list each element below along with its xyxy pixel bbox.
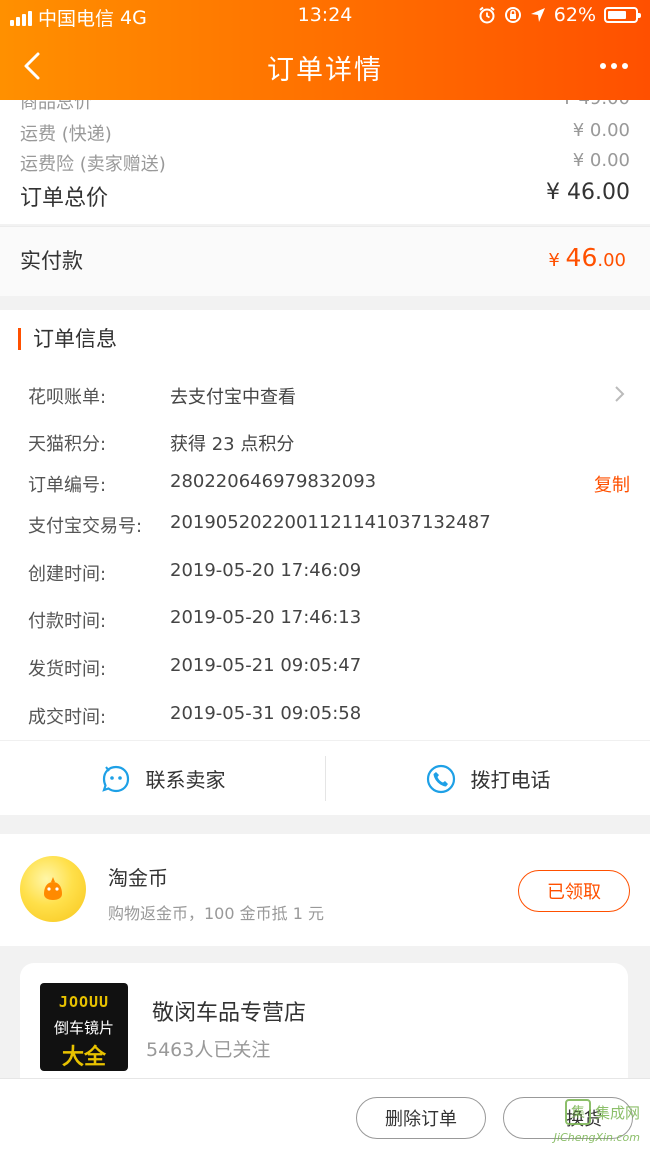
info-value: 2019-05-31 09:05:58 xyxy=(170,703,362,724)
paid-currency: ¥ xyxy=(548,250,560,271)
nav-bar: 订单详情 xyxy=(0,34,650,98)
contact-seller-button[interactable]: 联系卖家 xyxy=(0,741,325,816)
contact-seller-label: 联系卖家 xyxy=(145,768,226,792)
copy-button[interactable]: 复制 xyxy=(594,471,630,497)
points-row: 天猫积分: 获得 23 点积分 xyxy=(28,430,630,456)
rotation-lock-icon xyxy=(504,7,521,23)
paid-decimal: .00 xyxy=(597,250,626,271)
info-label: 天猫积分: xyxy=(28,434,107,455)
info-value: 获得 23 点积分 xyxy=(170,434,295,455)
insurance-row: 运费险 (卖家赠送) ¥ 0.00 xyxy=(20,150,630,176)
info-value: 2019-05-20 17:46:13 xyxy=(170,607,362,628)
chat-icon xyxy=(101,765,129,792)
battery-percent: 62% xyxy=(553,4,596,26)
shipping-label: 运费 (快递) xyxy=(20,124,112,145)
chevron-right-icon xyxy=(615,386,625,402)
shop-logo: JOOUU 倒车镜片 大全 xyxy=(40,983,128,1071)
battery-icon xyxy=(604,7,641,23)
watermark-logo-icon: 集 xyxy=(564,1099,591,1125)
info-label: 成交时间: xyxy=(28,707,107,728)
insurance-label: 运费险 (卖家赠送) xyxy=(20,154,166,175)
more-dots-icon xyxy=(600,63,606,69)
bottom-action-bar: 删除订单 换货 集 集成网 JiChengXin.com xyxy=(0,1078,650,1155)
alarm-icon xyxy=(479,6,495,24)
paid-time-row: 付款时间: 2019-05-20 17:46:13 xyxy=(28,607,630,633)
coin-title: 淘金币 xyxy=(108,866,168,890)
info-label: 订单编号: xyxy=(28,475,107,496)
call-phone-button[interactable]: 拨打电话 xyxy=(325,741,650,816)
taojinbi-card: 淘金币 购物返金币，100 金币抵 1 元 已领取 xyxy=(0,834,650,946)
paid-amount-row: 实付款 ¥ 46.00 xyxy=(0,226,650,296)
huabei-row[interactable]: 花呗账单: 去支付宝中查看 xyxy=(28,383,630,409)
paid-integer: 46 xyxy=(565,243,598,272)
phone-icon xyxy=(426,764,455,793)
more-button[interactable] xyxy=(592,46,636,86)
logo-line: 大全 xyxy=(61,1045,106,1070)
page-title: 订单详情 xyxy=(267,55,383,86)
info-value: 2019-05-20 17:46:09 xyxy=(170,560,362,581)
total-label: 订单总价 xyxy=(20,186,109,211)
watermark-url: JiChengXin.com xyxy=(553,1131,640,1144)
info-label: 创建时间: xyxy=(28,564,107,585)
insurance-value: ¥ 0.00 xyxy=(572,150,630,171)
shipped-time-row: 发货时间: 2019-05-21 09:05:47 xyxy=(28,655,630,681)
logo-line: 倒车镜片 xyxy=(53,1019,114,1037)
created-time-row: 创建时间: 2019-05-20 17:46:09 xyxy=(28,560,630,586)
order-number-row: 订单编号: 280220646979832093 复制 xyxy=(28,471,630,497)
total-row: 订单总价 ¥ 46.00 xyxy=(20,180,630,212)
paid-value: ¥ 46.00 xyxy=(548,243,626,272)
app-header: 中国电信 4G 13:24 62% 订单详情 xyxy=(0,0,650,100)
shipping-row: 运费 (快递) ¥ 0.00 xyxy=(20,120,630,146)
info-value: 2019-05-21 09:05:47 xyxy=(170,655,362,676)
info-value: 280220646979832093 xyxy=(170,471,377,492)
info-label: 支付宝交易号: xyxy=(28,516,143,537)
location-icon xyxy=(530,8,545,22)
info-value: 去支付宝中查看 xyxy=(170,387,296,408)
status-bar: 中国电信 4G 13:24 62% xyxy=(0,0,650,32)
paid-label: 实付款 xyxy=(20,249,83,273)
completed-time-row: 成交时间: 2019-05-31 09:05:58 xyxy=(28,703,630,729)
delete-order-button[interactable]: 删除订单 xyxy=(356,1097,486,1139)
logo-brand: JOOUU xyxy=(58,993,110,1011)
info-label: 付款时间: xyxy=(28,611,107,632)
gold-coin-icon xyxy=(20,856,86,922)
shop-followers: 5463人已关注 xyxy=(146,1039,271,1061)
info-label: 发货时间: xyxy=(28,659,107,680)
info-label: 花呗账单: xyxy=(28,387,107,408)
watermark: 集 集成网 JiChengXin.com xyxy=(554,1099,640,1144)
coin-subtitle: 购物返金币，100 金币抵 1 元 xyxy=(108,904,324,923)
claimed-button[interactable]: 已领取 xyxy=(518,870,630,912)
call-phone-label: 拨打电话 xyxy=(470,768,551,792)
watermark-text: 集成网 xyxy=(594,1103,640,1122)
price-summary: 商品总价 ¥ 49.00 运费 (快递) ¥ 0.00 运费险 (卖家赠送) ¥… xyxy=(0,84,650,224)
contact-bar: 联系卖家 拨打电话 xyxy=(0,740,650,815)
total-value: ¥ 46.00 xyxy=(546,180,630,205)
shipping-value: ¥ 0.00 xyxy=(572,120,630,141)
order-info-section: 订单信息 花呗账单: 去支付宝中查看 天猫积分: 获得 23 点积分 订单编号:… xyxy=(0,310,650,815)
info-value: 2019052022001121141037132487 xyxy=(170,512,491,533)
order-info-title: 订单信息 xyxy=(18,328,117,350)
alipay-trade-row: 支付宝交易号: 2019052022001121141037132487 xyxy=(28,512,630,538)
shop-name: 敬闵车品专营店 xyxy=(152,1001,307,1026)
